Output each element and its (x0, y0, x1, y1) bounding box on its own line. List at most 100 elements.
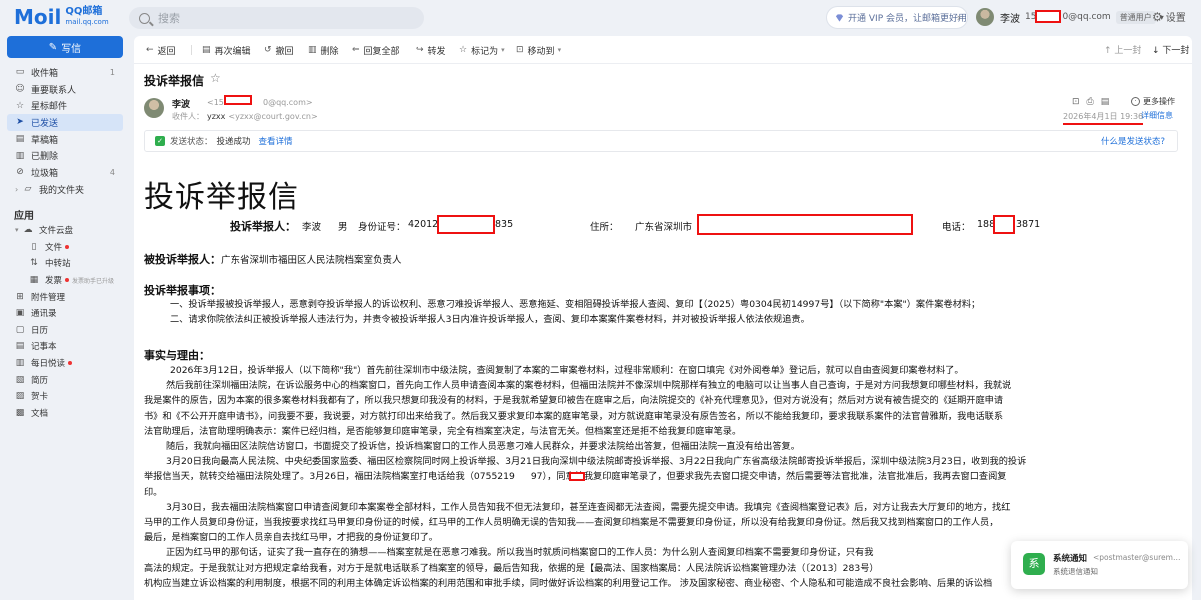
chevron-down-icon: ▾ (501, 46, 505, 54)
app-item-transfer[interactable]: ⇅ 中转站 (7, 255, 123, 272)
what-is-status-link[interactable]: 什么是发送状态? (1101, 135, 1165, 147)
diamond-icon (835, 13, 844, 22)
sidebar-item-my-folders[interactable]: › ▱ 我的文件夹 (7, 181, 123, 198)
sidebar-item-deleted[interactable]: ▥ 已删除 (7, 147, 123, 164)
notebook-icon: ▤ (15, 341, 25, 352)
search-icon (139, 12, 150, 24)
address-label: 住所： (590, 222, 619, 233)
forward-button[interactable]: ↪ 转发 (416, 43, 446, 57)
pen-icon: ✎ (48, 41, 58, 53)
next-mail-button[interactable]: ↓ 下一封 (1152, 43, 1189, 56)
qq-mail-logo[interactable]: Moil QQ邮箱 mail.qq.com (14, 5, 109, 29)
sidebar-item-inbox[interactable]: ▭ 收件箱 1 (7, 64, 123, 81)
search-bar[interactable] (129, 7, 424, 29)
delete-button[interactable]: ▥ 删除 (308, 43, 339, 57)
complainant-gender: 男 (338, 222, 348, 233)
sidebar-item-sent[interactable]: ➤ 已发送 (7, 114, 123, 131)
invoice-hint: 发票助手已升级 (72, 277, 115, 285)
new-dot (68, 361, 73, 366)
redaction-box (993, 215, 1015, 234)
user-menu[interactable]: 李波 15 0@qq.com 普通用户 ▾ (976, 6, 1164, 28)
items-line: 二、请求你院依法纠正被投诉举报人违法行为，并责令被投诉举报人3日内准许投诉举报人… (170, 314, 810, 326)
facts-line: 然后我前往深圳福田法院，在诉讼服务中心的档案窗口，首先向工作人员申请查阅本案的案… (166, 380, 1012, 392)
vip-banner[interactable]: 开通 VIP 会员，让邮箱更好用 › (826, 6, 968, 29)
apps-section-title: 应用 (14, 211, 34, 222)
complainant-name: 李波 (302, 222, 322, 233)
folder-nav: ▭ 收件箱 1 ☺ 重要联系人 ☆ 星标邮件 ➤ 已发送 ▤ 草稿箱 ▥ 已删除… (7, 64, 123, 198)
app-item-invoice[interactable]: ▦ 发票 发票助手已升级 (7, 272, 123, 289)
addressbook-icon: ▣ (15, 308, 25, 319)
calendar-icon: ▢ (15, 324, 25, 335)
complainant-line: 投诉举报人： 李波 男 身份证号： 420122 835 住所： 广东省深圳市 … (220, 214, 1180, 235)
chevron-down-icon: ▾ (557, 46, 562, 54)
compose-button[interactable]: ✎ 写信 (7, 36, 123, 58)
card-icon: ▨ (15, 391, 25, 402)
top-bar: Moil QQ邮箱 mail.qq.com 开通 VIP 会员，让邮箱更好用 ›… (0, 0, 1201, 34)
move-to-dropdown[interactable]: ⊡ 移动到 ▾ (516, 43, 561, 57)
print-icon[interactable]: ⎙ (1087, 97, 1094, 107)
app-item-daily-reading[interactable]: ▥ 每日悦读 (7, 355, 123, 372)
contact-icon: ☺ (15, 84, 25, 95)
system-notification-toast[interactable]: 系 系统通知 <postmaster@suremai... 系统退信通知 (1011, 541, 1188, 589)
more-icon: · (1131, 97, 1140, 106)
items-line: 一、投诉举报被投诉举报人，恶意剥夺投诉举报人的诉讼权利、恶意刁难投诉举报人、恶意… (170, 299, 981, 310)
user-level-badge: 普通用户 (1115, 10, 1156, 24)
new-dot (65, 244, 70, 249)
sender-email: <158 0@qq.com> (207, 95, 313, 107)
app-item-files[interactable]: ▯ 文件 (7, 239, 123, 256)
reading-icon: ▥ (15, 358, 25, 369)
search-input[interactable] (158, 11, 398, 25)
app-item-greeting-card[interactable]: ▨ 贺卡 (7, 388, 123, 405)
app-item-notebook[interactable]: ▤ 记事本 (7, 338, 123, 355)
respondent-value: 广东省深圳市福田区人民法院档案室负责人 (221, 255, 402, 266)
trash-icon: ▥ (15, 150, 25, 161)
user-email: 15 0@qq.com (1025, 10, 1111, 23)
facts-line: 马甲的工作人员复印身份证，当我按要求找红马甲复印身份证的时候，红马甲的工作人员明… (144, 517, 999, 529)
reply-all-button[interactable]: ⇐ 回复全部 (352, 43, 400, 57)
recall-button[interactable]: ↺ 撤回 (264, 43, 294, 57)
more-actions-button[interactable]: · 更多操作 (1131, 96, 1175, 107)
spam-count: 4 (109, 167, 115, 177)
letter-title: 投诉举报信 (144, 180, 299, 215)
settings-button[interactable]: ⚙ 设置 (1152, 9, 1186, 25)
mail-subject: 投诉举报信 (144, 74, 205, 88)
star-toggle-icon[interactable]: ☆ (210, 71, 221, 85)
doc-icon: ▩ (15, 407, 25, 418)
vip-text: 开通 VIP 会员，让邮箱更好用 (848, 14, 967, 24)
facts-line: 我是案件的原告，因为本案的很多案卷材料我都有了，所以我只想复印我没有的材料，于是… (144, 395, 1004, 407)
app-item-cloud-drive[interactable]: ▾ ☁ 文件云盘 (7, 222, 123, 239)
mail-toolbar: ← 返回 ▤ 再次编辑 ↺ 撤回 ▥ 删除 ⇐ 回复全部 ↪ 转发 ☆ 标记为 ▾ ⊡ 移动到 ▾ … (134, 36, 1192, 64)
mail-date: 2026年4月1日 19:36 (1063, 111, 1144, 125)
sidebar-item-important-contacts[interactable]: ☺ 重要联系人 (7, 81, 123, 98)
app-item-attachments[interactable]: ⊞ 附件管理 (7, 288, 123, 305)
facts-line: 3月30日，我去福田法院档案窗口申请查阅复印本案案卷全部材料，工作人员告知我不但… (166, 501, 1011, 513)
note-icon[interactable]: ▤ (1101, 97, 1110, 107)
app-item-address-book[interactable]: ▣ 通讯录 (7, 305, 123, 322)
sender-avatar[interactable] (144, 98, 164, 118)
app-item-resume[interactable]: ▧ 简历 (7, 371, 123, 388)
resume-icon: ▧ (15, 374, 25, 385)
new-dot (65, 278, 70, 283)
back-button[interactable]: ← 返回 (146, 43, 176, 57)
sender-name[interactable]: 李波 (172, 97, 190, 110)
mail-quick-actions: ⊡ ⎙ ▤ (1072, 97, 1109, 107)
facts-line: 举报信当天，就转交给福田法院处理了。3月26日，福田法院档案室打电话给我（075… (144, 471, 1007, 483)
chevron-right-icon: › (15, 184, 19, 194)
mark-as-dropdown[interactable]: ☆ 标记为 ▾ (459, 43, 505, 57)
logo-text: QQ邮箱 (65, 6, 103, 17)
sidebar-item-drafts[interactable]: ▤ 草稿箱 (7, 131, 123, 148)
recipient-name[interactable]: yzxx (207, 112, 225, 121)
reedit-button[interactable]: ▤ 再次编辑 (202, 43, 251, 57)
prev-mail-button[interactable]: ↑ 上一封 (1104, 43, 1141, 56)
facts-line: 随后，我就向福田区法院信访窗口，书面提交了投诉信，投诉档案窗口的工作人员恶意刁难… (166, 441, 800, 453)
undo-icon: ↺ (264, 45, 272, 55)
recipient-email: <yzxx@court.gov.cn> (228, 112, 318, 121)
view-details-link[interactable]: 查看详情 (259, 135, 293, 147)
image-icon[interactable]: ⊡ (1072, 97, 1080, 107)
detail-info-link[interactable]: 详细信息 (1141, 110, 1173, 121)
app-item-calendar[interactable]: ▢ 日历 (7, 322, 123, 339)
sidebar-item-spam[interactable]: ⊘ 垃圾箱 4 (7, 164, 123, 181)
app-item-documents[interactable]: ▩ 文档 (7, 405, 123, 422)
notification-description: 系统退信通知 (1053, 567, 1098, 576)
sidebar-item-starred[interactable]: ☆ 星标邮件 (7, 97, 123, 114)
